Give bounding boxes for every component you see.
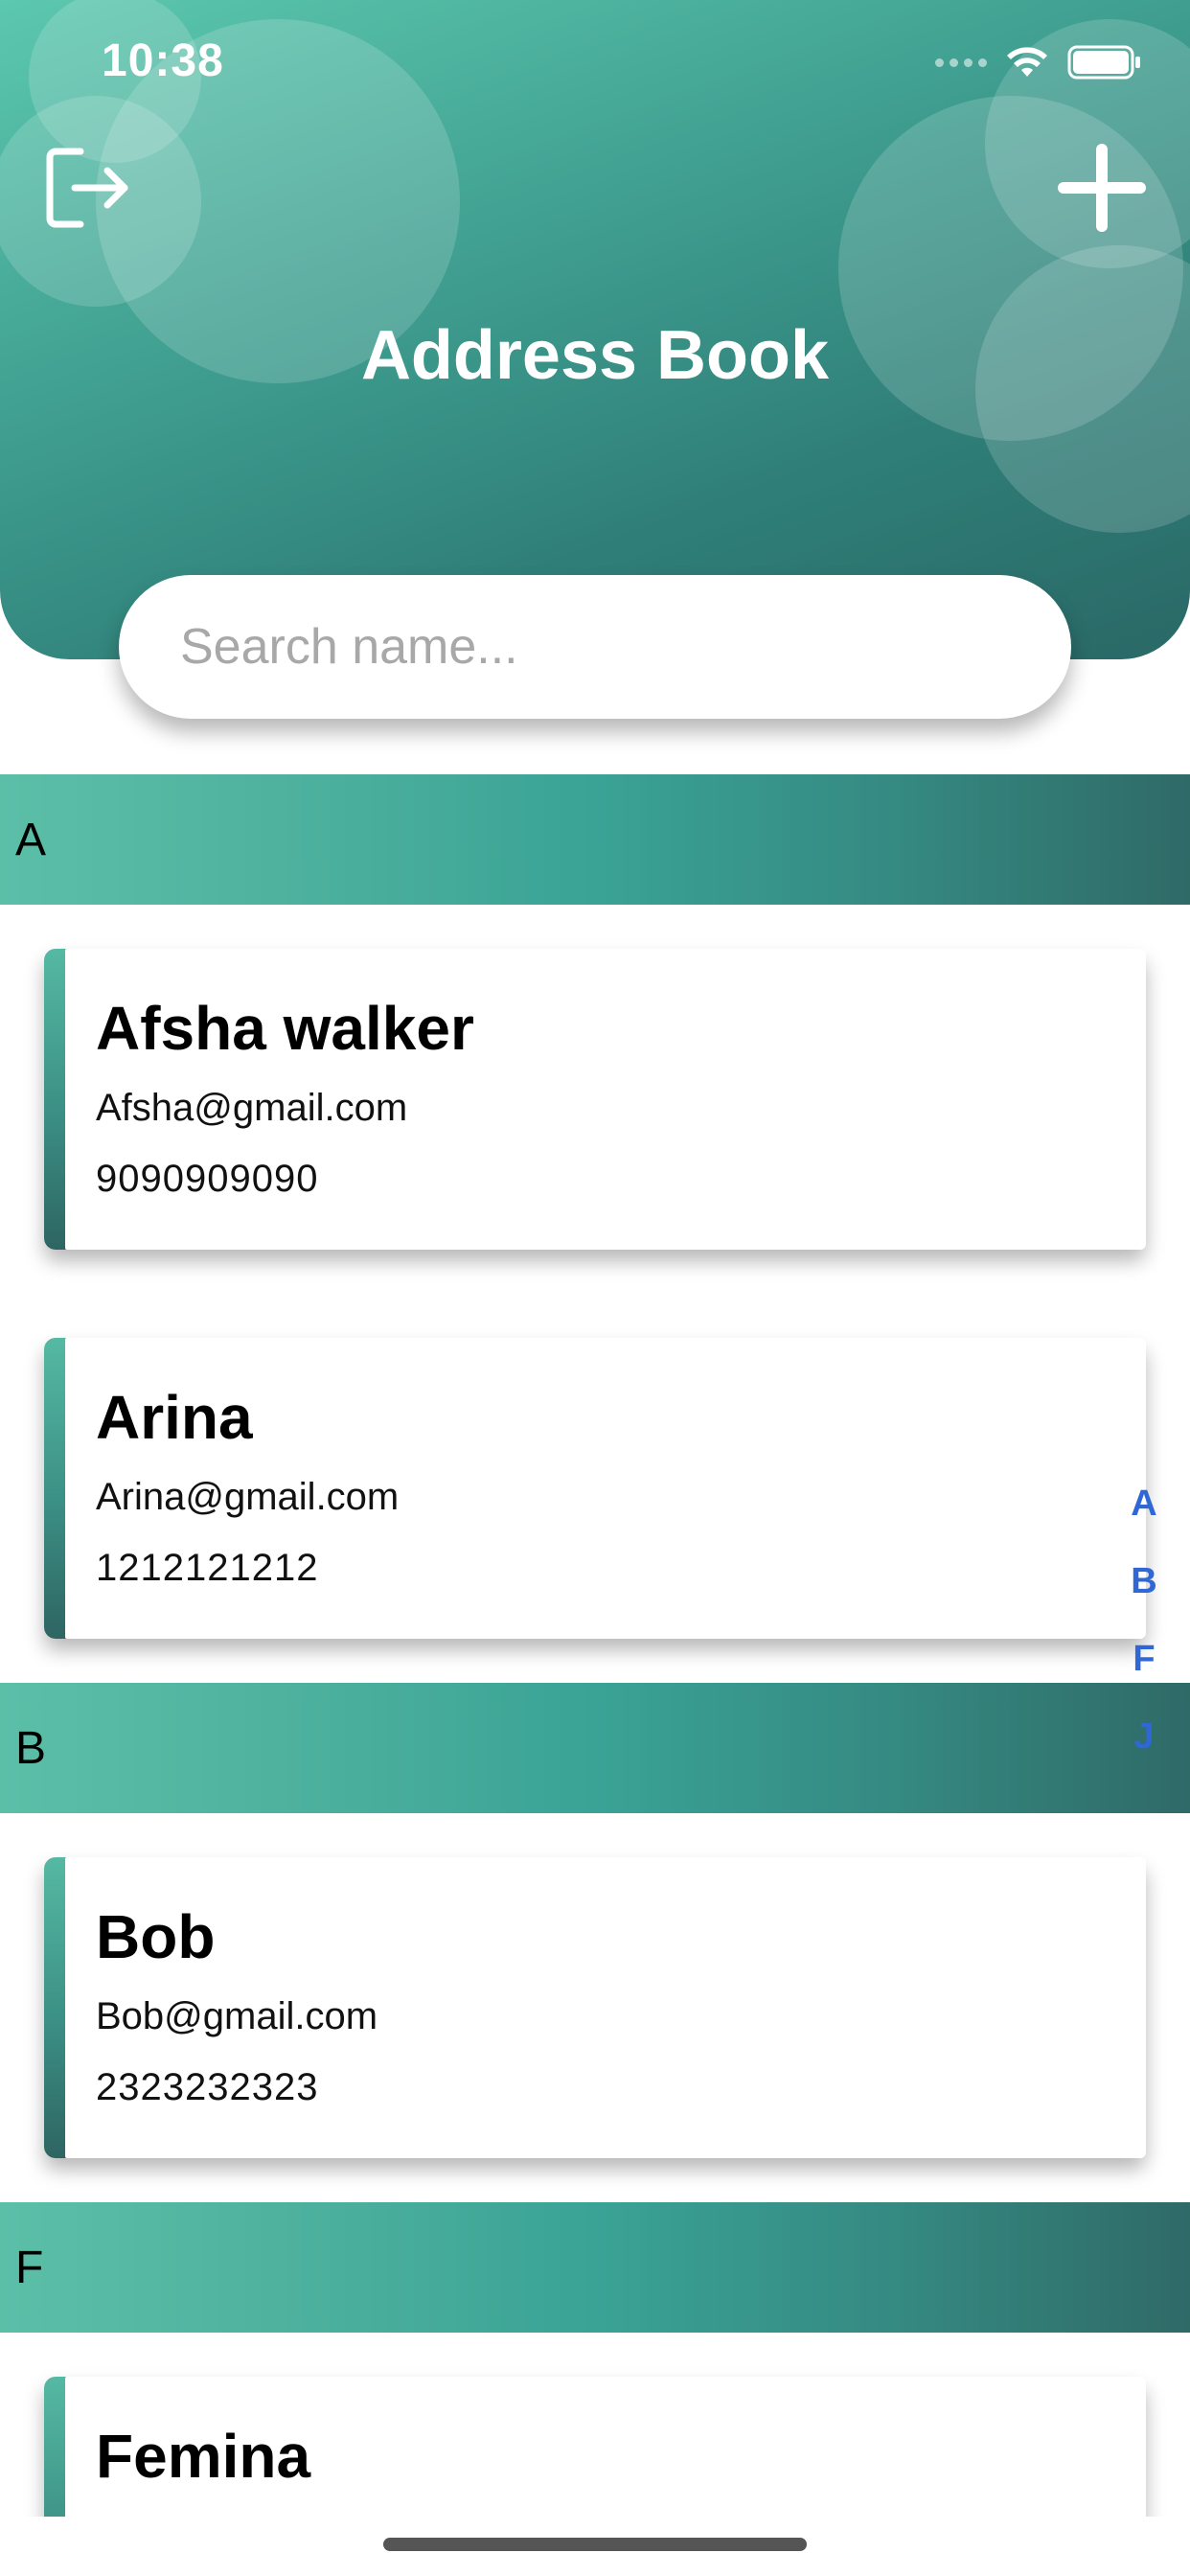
card-body: Bob Bob@gmail.com 2323232323 bbox=[65, 1857, 1146, 2158]
card-body: Arina Arina@gmail.com 1212121212 bbox=[65, 1338, 1146, 1639]
contact-email: Afsha@gmail.com bbox=[96, 1087, 408, 1129]
index-letter-f[interactable]: F bbox=[1133, 1625, 1155, 1703]
index-letter-j[interactable]: J bbox=[1133, 1703, 1154, 1781]
section-header-a: A bbox=[0, 774, 1190, 905]
contact-phone: 1212121212 bbox=[96, 1547, 319, 1589]
contact-name: Afsha walker bbox=[96, 994, 474, 1063]
contact-email: Bob@gmail.com bbox=[96, 1995, 378, 2037]
contact-phone: 2323232323 bbox=[96, 2066, 319, 2108]
section-header-f: F bbox=[0, 2202, 1190, 2333]
contact-phone: 9090909090 bbox=[96, 1158, 319, 1200]
index-letter-a[interactable]: A bbox=[1131, 1470, 1156, 1548]
contact-card[interactable]: Arina Arina@gmail.com 1212121212 bbox=[44, 1338, 1146, 1639]
section-letter: B bbox=[15, 1722, 47, 1774]
contact-name: Femina bbox=[96, 2422, 311, 2491]
index-letter-b[interactable]: B bbox=[1131, 1548, 1156, 1625]
contact-name: Bob bbox=[96, 1902, 216, 1971]
section-header-b: B bbox=[0, 1683, 1190, 1813]
section-letter: A bbox=[15, 814, 47, 865]
home-indicator[interactable] bbox=[383, 2538, 807, 2551]
contact-card[interactable]: Femina bbox=[44, 2377, 1146, 2517]
section-letter: F bbox=[15, 2242, 44, 2293]
contact-card[interactable]: Afsha walker Afsha@gmail.com 9090909090 bbox=[44, 949, 1146, 1250]
card-body: Femina bbox=[65, 2377, 1146, 2517]
contact-list: A Afsha walker Afsha@gmail.com 909090909… bbox=[0, 0, 1190, 2576]
contact-name: Arina bbox=[96, 1383, 253, 1452]
section-index-bar[interactable]: A B F J bbox=[1125, 1470, 1163, 1781]
contact-email: Arina@gmail.com bbox=[96, 1476, 400, 1518]
scroll-clip: Femina bbox=[0, 2354, 1190, 2517]
card-body: Afsha walker Afsha@gmail.com 9090909090 bbox=[65, 949, 1146, 1250]
contact-card[interactable]: Bob Bob@gmail.com 2323232323 bbox=[44, 1857, 1146, 2158]
